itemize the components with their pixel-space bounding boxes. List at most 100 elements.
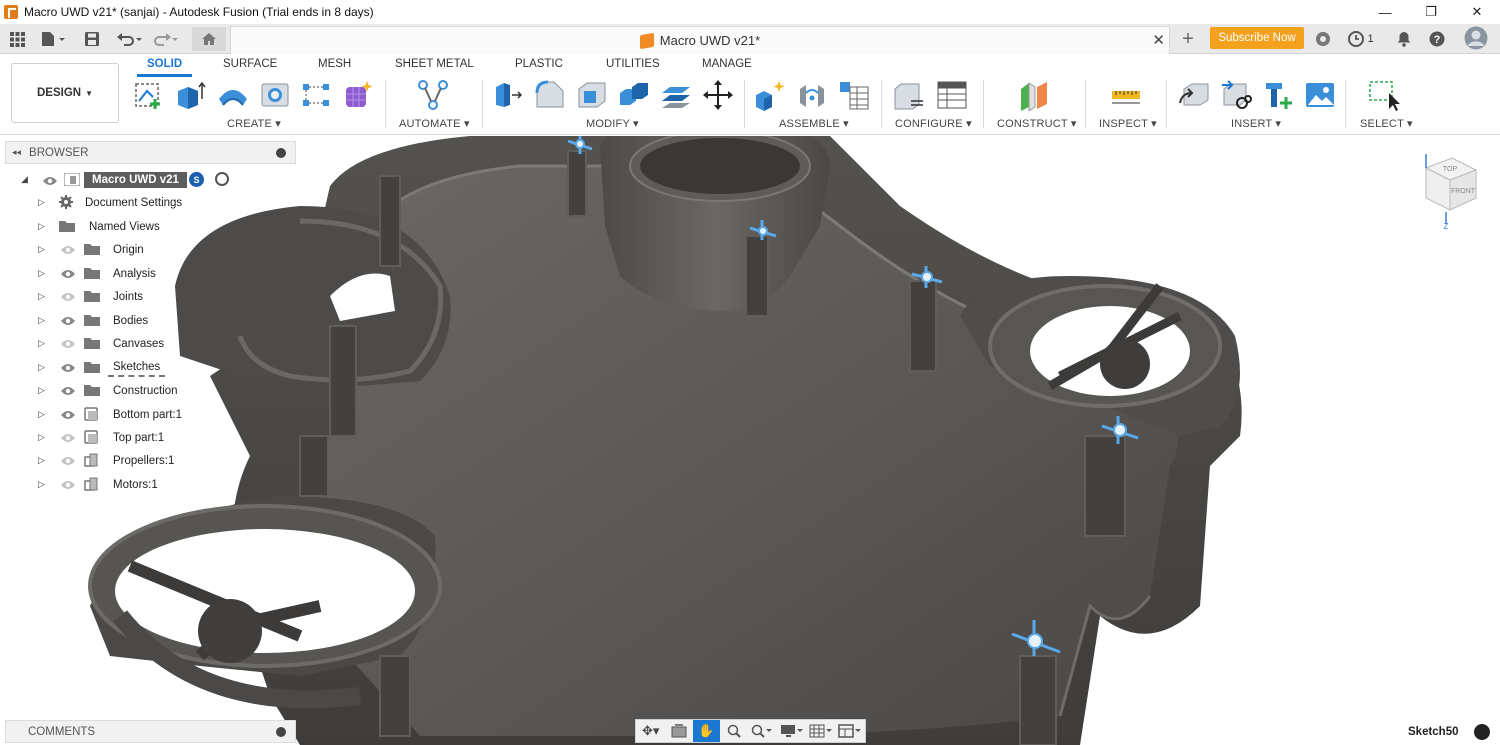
grid-snap-icon[interactable]: [806, 720, 835, 742]
insert-canvas-icon[interactable]: [1304, 79, 1336, 111]
visibility-eye-hidden-icon[interactable]: [60, 244, 76, 254]
pan-icon[interactable]: ✋: [692, 720, 721, 742]
insert-derive-icon[interactable]: [1178, 79, 1210, 111]
revolve-icon[interactable]: [217, 79, 249, 111]
save-icon[interactable]: [84, 29, 100, 49]
visibility-eye-icon[interactable]: [42, 175, 58, 185]
activate-radio-icon[interactable]: [215, 172, 229, 186]
insert-mcmaster-icon[interactable]: [1262, 79, 1294, 111]
expand-chevron-icon[interactable]: ▷: [38, 455, 45, 466]
modify-menu[interactable]: MODIFY ▾: [586, 117, 639, 130]
expand-chevron-icon[interactable]: ▷: [38, 221, 45, 232]
view-cube[interactable]: TOP FRONT Z: [1416, 150, 1480, 231]
tree-item[interactable]: ▷ Top part:1: [0, 427, 200, 448]
select-icon[interactable]: [1368, 79, 1400, 111]
maximize-button[interactable]: ❐: [1408, 0, 1454, 24]
close-tab-icon[interactable]: ✕: [1152, 31, 1165, 49]
construct-menu[interactable]: CONSTRUCT ▾: [997, 117, 1077, 130]
configure-icon[interactable]: [893, 79, 925, 111]
expand-chevron-icon[interactable]: ▷: [38, 432, 45, 443]
shell-icon[interactable]: [576, 79, 608, 111]
comments-panel[interactable]: COMMENTS: [5, 720, 296, 743]
tree-item[interactable]: ▷ Motors:1: [0, 474, 200, 495]
expand-chevron-icon[interactable]: ▷: [38, 385, 45, 396]
visibility-eye-icon[interactable]: [60, 268, 76, 278]
visibility-eye-icon[interactable]: [60, 315, 76, 325]
tree-item[interactable]: ▷ Document Settings: [0, 192, 200, 213]
create-sketch-icon[interactable]: [133, 79, 165, 111]
select-menu[interactable]: SELECT ▾: [1360, 117, 1413, 130]
create-form-icon[interactable]: [342, 79, 374, 111]
tree-item[interactable]: ▷ Named Views: [0, 216, 200, 237]
viewports-icon[interactable]: [836, 720, 865, 742]
tab-mesh[interactable]: MESH: [318, 58, 351, 70]
visibility-eye-icon[interactable]: [60, 385, 76, 395]
hole-icon[interactable]: [259, 79, 291, 111]
new-component-icon[interactable]: [754, 79, 786, 111]
bill-of-materials-icon[interactable]: [838, 79, 870, 111]
minimize-button[interactable]: —: [1362, 0, 1408, 24]
orbit-icon[interactable]: ✥▾: [636, 720, 665, 742]
workspace-switcher[interactable]: DESIGN ▼: [11, 63, 119, 123]
tree-item[interactable]: ▷ Bodies: [0, 310, 200, 331]
extensions-icon[interactable]: [1314, 29, 1332, 49]
notification-bell-icon[interactable]: [1396, 29, 1412, 49]
document-tab[interactable]: Macro UWD v21* ✕: [230, 26, 1170, 54]
grid-icon[interactable]: [8, 29, 26, 49]
tree-item[interactable]: ▷ Origin: [0, 239, 200, 260]
tree-item[interactable]: ▷ Construction: [0, 380, 200, 401]
add-comment-icon[interactable]: [276, 727, 286, 737]
file-icon[interactable]: [40, 29, 68, 49]
tab-plastic[interactable]: PLASTIC: [515, 58, 563, 70]
press-pull-icon[interactable]: [492, 79, 524, 111]
expand-triangle-icon[interactable]: ◢: [21, 174, 28, 185]
visibility-eye-hidden-icon[interactable]: [60, 338, 76, 348]
expand-chevron-icon[interactable]: ▷: [38, 409, 45, 420]
tree-item[interactable]: ▷ Joints: [0, 286, 200, 307]
close-window-button[interactable]: ✕: [1454, 0, 1500, 24]
automate-icon[interactable]: [417, 79, 449, 111]
tree-item[interactable]: ▷ Bottom part:1: [0, 404, 200, 425]
visibility-eye-icon[interactable]: [60, 362, 76, 372]
expand-chevron-icon[interactable]: ▷: [38, 479, 45, 490]
tab-solid[interactable]: SOLID: [147, 58, 182, 70]
create-menu[interactable]: CREATE ▾: [227, 117, 281, 130]
tab-sheet-metal[interactable]: SHEET METAL: [395, 58, 474, 70]
tab-utilities[interactable]: UTILITIES: [606, 58, 660, 70]
tree-item[interactable]: ▷ Canvases: [0, 333, 200, 354]
viewcube-top-label[interactable]: TOP: [1443, 166, 1458, 173]
automate-menu[interactable]: AUTOMATE ▾: [399, 117, 470, 130]
expand-chevron-icon[interactable]: ▷: [38, 338, 45, 349]
tree-item[interactable]: ▷ Propellers:1: [0, 450, 200, 471]
look-at-icon[interactable]: [665, 720, 692, 742]
expand-chevron-icon[interactable]: ▷: [38, 197, 45, 208]
expand-chevron-icon[interactable]: ▷: [38, 362, 45, 373]
zoom-icon[interactable]: [720, 720, 747, 742]
display-settings-icon[interactable]: [777, 720, 806, 742]
visibility-eye-hidden-icon[interactable]: [60, 432, 76, 442]
redo-icon[interactable]: [152, 29, 180, 49]
offset-face-icon[interactable]: [660, 79, 692, 111]
configure-menu[interactable]: CONFIGURE ▾: [895, 117, 972, 130]
tree-item[interactable]: ▷ Sketches: [0, 357, 200, 378]
expand-chevron-icon[interactable]: ▷: [38, 315, 45, 326]
expand-chevron-icon[interactable]: ▷: [38, 268, 45, 279]
construct-plane-icon[interactable]: [1018, 79, 1050, 112]
visibility-eye-hidden-icon[interactable]: [60, 479, 76, 489]
measure-icon[interactable]: [1110, 79, 1142, 111]
tab-manage[interactable]: MANAGE: [702, 58, 752, 70]
expand-chevron-icon[interactable]: ▷: [38, 291, 45, 302]
visibility-eye-hidden-icon[interactable]: [60, 455, 76, 465]
canvas-viewport[interactable]: [0, 136, 1500, 745]
visibility-eye-icon[interactable]: [60, 409, 76, 419]
tree-root[interactable]: ◢ Macro UWD v21 S: [0, 169, 240, 190]
avatar[interactable]: [1464, 26, 1488, 50]
viewcube-front-label[interactable]: FRONT: [1451, 188, 1476, 195]
undo-icon[interactable]: [116, 29, 144, 49]
extrude-icon[interactable]: [175, 79, 207, 111]
tree-item[interactable]: ▷ Analysis: [0, 263, 200, 284]
assemble-menu[interactable]: ASSEMBLE ▾: [779, 117, 849, 130]
configuration-table-icon[interactable]: [936, 79, 968, 111]
inspect-menu[interactable]: INSPECT ▾: [1099, 117, 1157, 130]
sketch-status-icon[interactable]: [1474, 724, 1490, 740]
